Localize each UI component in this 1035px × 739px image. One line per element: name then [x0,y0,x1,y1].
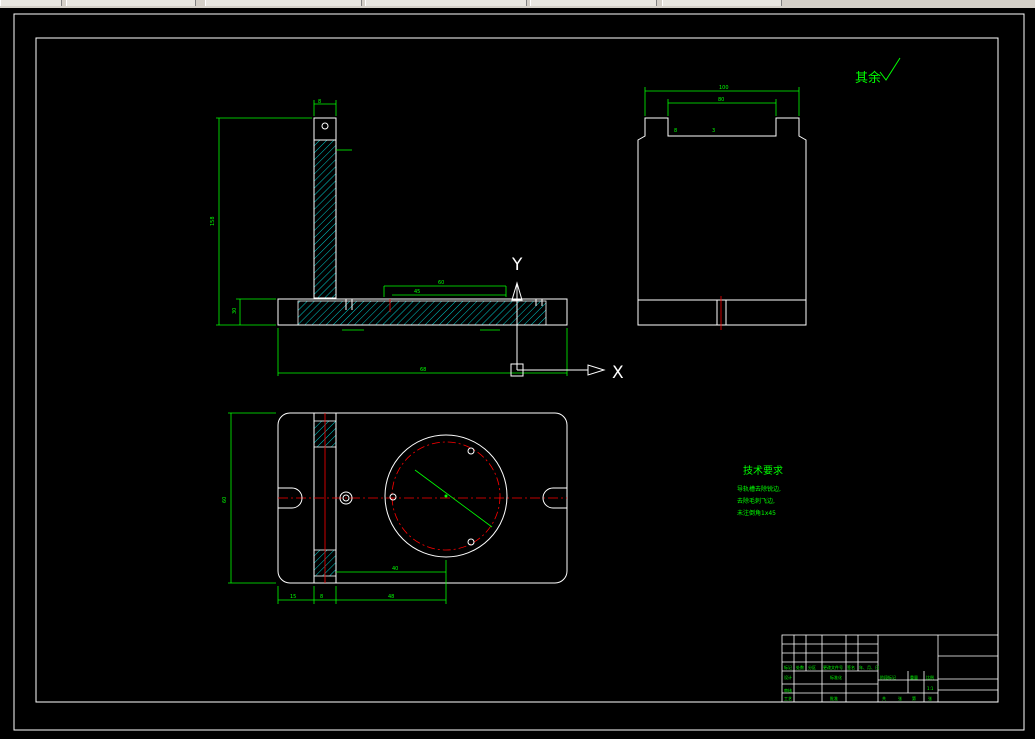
taskbar-tab[interactable] [0,0,62,6]
tb-label: 设计 [784,674,792,680]
taskbar-tab[interactable] [530,0,657,6]
front-view: 158 30 68 8 60 45 X Y [210,99,624,383]
tb-label: 标准化 [830,674,842,680]
svg-text:3: 3 [712,128,715,134]
svg-text:40: 40 [392,566,398,572]
tb-label: 共 [882,695,886,701]
svg-text:8: 8 [674,128,677,134]
taskbar-tab[interactable] [66,0,196,6]
tb-label: 阶段标记 [880,674,896,680]
cad-viewport[interactable]: 158 30 68 8 60 45 X Y 100 80 8 3 60 15 8… [0,8,1035,735]
svg-text:45: 45 [414,289,420,295]
side-view: 100 80 8 3 [637,85,807,330]
tb-label: 标记 [784,664,792,670]
tb-label: 比例 [926,674,934,680]
tb-label: 张 [898,695,902,701]
title-block: 标记 处数 分区 更改文件号 签名 年、月、日 设计 标准化 阶段标记 重量 比… [781,634,999,703]
technical-requirements: 技术要求 导轨槽去除锐边, 去除毛刺飞边, 未注倒角1x45 [737,464,783,517]
outer-frame [13,13,1025,731]
tb-label: 签名 [847,664,855,670]
axis-x-label: X [612,363,624,383]
base-section [297,300,547,326]
svg-text:68: 68 [420,367,426,373]
tb-label: 审核 [784,687,792,693]
tb-label: 批准 [830,695,838,701]
tech-title: 技术要求 [743,464,783,477]
tb-scale: 1:1 [927,686,934,691]
tech-line-3: 未注倒角1x45 [737,509,776,517]
svg-text:8: 8 [320,594,323,600]
svg-text:48: 48 [388,594,394,600]
top-view: 60 15 8 48 40 [222,412,568,604]
tech-line-1: 导轨槽去除锐边, [737,485,781,493]
taskbar-tab[interactable] [205,0,362,6]
drawing-canvas: 158 30 68 8 60 45 X Y 100 80 8 3 60 15 8… [13,13,1025,731]
svg-text:60: 60 [438,280,444,286]
surface-note-text: 其余 [855,70,881,86]
svg-text:80: 80 [718,97,724,103]
tb-label: 重量 [910,674,918,680]
svg-text:30: 30 [232,308,238,314]
tb-label: 年、月、日 [859,664,879,670]
tb-label: 第 [912,695,916,701]
svg-text:158: 158 [210,216,216,226]
taskbar-tab[interactable] [662,0,782,6]
tech-line-2: 去除毛刺飞边, [737,497,775,505]
svg-text:15: 15 [290,594,296,600]
svg-text:100: 100 [719,85,729,91]
column-section [313,117,337,299]
axis-y-label: Y [511,255,523,275]
svg-text:8: 8 [318,99,321,105]
taskbar-tab[interactable] [365,0,527,6]
tb-label: 处数 [796,664,804,670]
svg-text:60: 60 [222,497,228,503]
tb-label: 工艺 [784,696,792,701]
tb-label: 更改文件号 [823,664,843,670]
surface-finish-note: 其余 [855,57,901,86]
tb-label: 分区 [808,664,816,670]
tb-label: 张 [928,695,932,701]
